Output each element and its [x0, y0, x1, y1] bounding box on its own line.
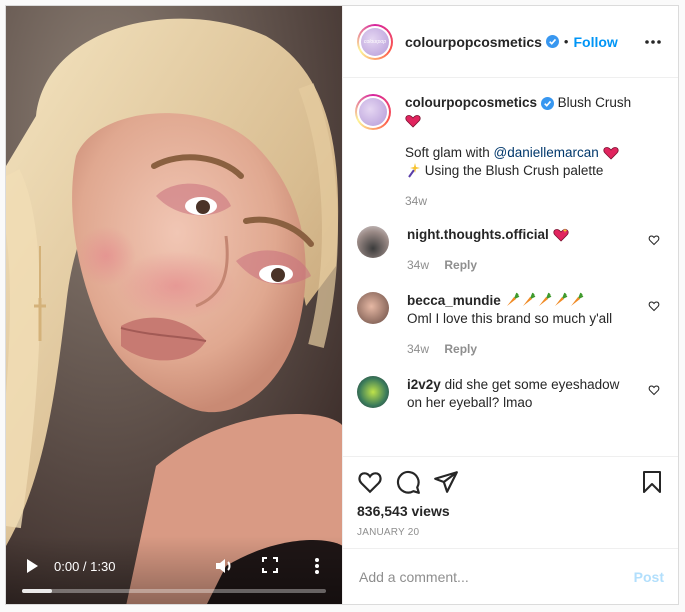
comment-text: Oml I love this brand so much y'all: [407, 311, 613, 326]
caption-line2: Using the Blush Crush palette: [424, 163, 604, 178]
view-count[interactable]: 836,543 views: [357, 503, 664, 519]
post-date[interactable]: JANUARY 20: [357, 527, 664, 538]
comment-item: i2v2y did she get some eyeshadow on her …: [357, 376, 664, 412]
video-time: 0:00 / 1:30: [54, 559, 116, 574]
author-username[interactable]: colourpopcosmetics: [405, 34, 542, 50]
more-horizontal-icon[interactable]: [642, 34, 664, 50]
comment-input[interactable]: [357, 567, 634, 586]
carrot-emoji: [538, 292, 551, 306]
caption-line1: Soft glam with: [405, 145, 494, 160]
heart-emoji: [603, 147, 619, 160]
fullscreen-icon[interactable]: [262, 557, 278, 573]
avatar-logo: colourpop: [361, 27, 389, 56]
carrot-emoji: [554, 292, 567, 306]
caption-age: 34w: [405, 194, 428, 208]
carrot-emoji: [570, 292, 583, 306]
post-details-panel: colourpop colourpopcosmetics • Follow co…: [342, 6, 678, 604]
comment-username[interactable]: i2v2y: [407, 377, 441, 392]
video-progress-fill: [22, 589, 53, 593]
video-progress-bar[interactable]: [22, 589, 326, 593]
bookmark-icon[interactable]: [640, 469, 664, 495]
sparkle-emoji: [408, 163, 420, 178]
author-avatar[interactable]: colourpop: [357, 23, 393, 60]
like-comment-heart-icon[interactable]: [648, 234, 660, 246]
header-separator: •: [563, 34, 569, 49]
post-card: 0:00 / 1:30 colourpop colourpopcosmetics…: [5, 5, 679, 605]
like-comment-heart-icon[interactable]: [648, 384, 660, 396]
share-icon[interactable]: [433, 469, 459, 495]
comment-icon[interactable]: [395, 469, 421, 495]
post-button[interactable]: Post: [634, 569, 664, 585]
comment-item: becca_mundie Oml I love this brand so mu…: [357, 292, 664, 358]
heart-emoji: [405, 115, 421, 128]
comment-age: 34w: [407, 342, 430, 356]
comments-section: colourpopcosmetics Blush Crush Soft glam…: [343, 78, 678, 456]
caption: colourpopcosmetics Blush Crush Soft glam…: [355, 94, 664, 210]
verified-badge-icon: [540, 97, 554, 110]
comment-username[interactable]: night.thoughts.official: [407, 227, 549, 242]
comment-age: 34w: [407, 258, 430, 272]
comment-username[interactable]: becca_mundie: [407, 293, 501, 308]
video-controls: 0:00 / 1:30: [6, 536, 342, 604]
post-header: colourpop colourpopcosmetics • Follow: [343, 6, 678, 78]
caption-avatar[interactable]: [355, 94, 391, 130]
mention-link[interactable]: @daniellemarcan: [494, 145, 599, 160]
caption-username[interactable]: colourpopcosmetics: [405, 95, 537, 110]
verified-badge-icon: [545, 35, 559, 48]
more-vertical-icon[interactable]: [312, 556, 322, 576]
post-actions: 836,543 views JANUARY 20: [343, 456, 678, 548]
reply-button[interactable]: Reply: [444, 342, 477, 356]
like-comment-heart-icon[interactable]: [648, 300, 660, 312]
commenter-avatar[interactable]: [357, 292, 389, 324]
add-comment-bar: Post: [343, 548, 678, 604]
video-frame: [6, 6, 342, 604]
commenter-avatar[interactable]: [357, 376, 389, 408]
video-player[interactable]: 0:00 / 1:30: [6, 6, 342, 604]
carrot-emoji-row: [505, 292, 585, 308]
reply-button[interactable]: Reply: [444, 258, 477, 272]
follow-button[interactable]: Follow: [573, 34, 617, 50]
comment-item: night.thoughts.official 34w Reply: [357, 226, 664, 274]
carrot-emoji: [506, 292, 519, 306]
commenter-avatar[interactable]: [357, 226, 389, 258]
caption-title: Blush Crush: [557, 95, 632, 110]
volume-icon[interactable]: [214, 556, 234, 576]
play-icon[interactable]: [24, 558, 40, 574]
heart-icon[interactable]: [357, 469, 383, 495]
carrot-emoji: [522, 292, 535, 306]
sparkling-heart-emoji: [552, 228, 569, 242]
